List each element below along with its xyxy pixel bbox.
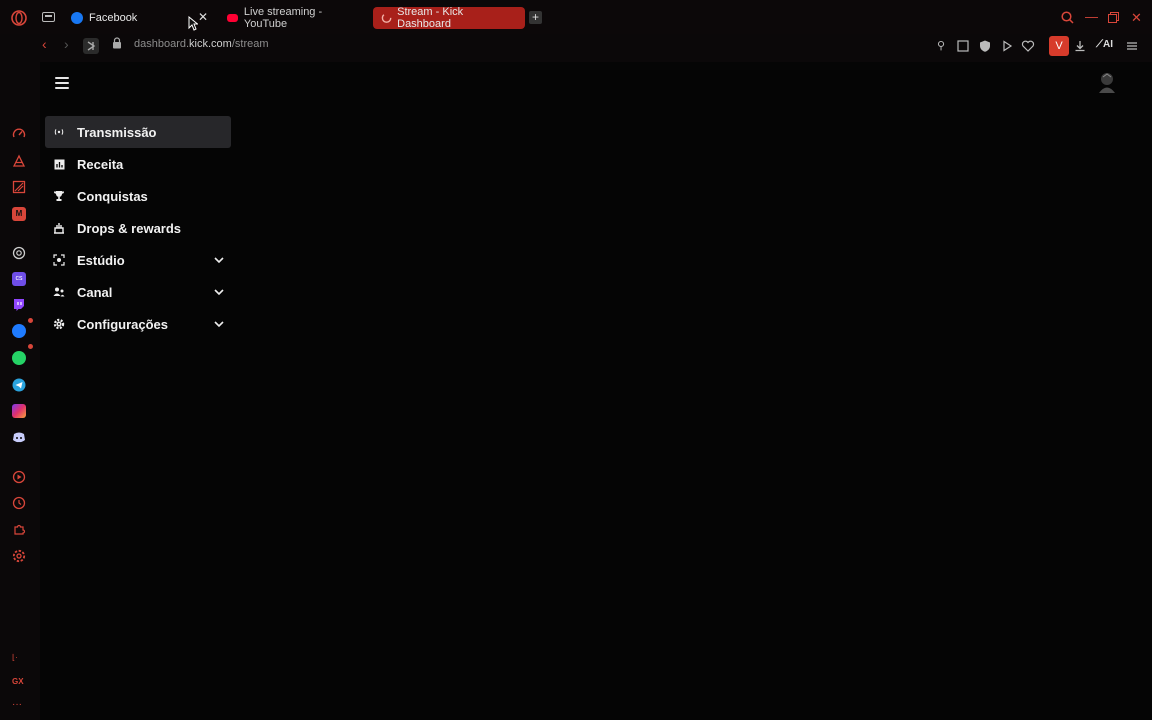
facebook-icon xyxy=(71,12,83,24)
forward-button[interactable]: › xyxy=(64,36,69,52)
studio-icon xyxy=(53,254,65,266)
chevron-down-icon[interactable] xyxy=(213,286,225,298)
search-icon[interactable] xyxy=(1061,11,1074,24)
nav-item-estudio[interactable]: Estúdio xyxy=(45,244,231,276)
nav-item-label: Estúdio xyxy=(77,252,125,268)
gx-corner-icon[interactable] xyxy=(12,180,26,194)
shield-icon[interactable] xyxy=(978,39,992,53)
nav-item-canal[interactable]: Canal xyxy=(45,276,231,308)
nav-item-receita[interactable]: Receita xyxy=(45,148,231,180)
gx-control-icon[interactable] xyxy=(12,154,26,168)
back-button[interactable]: ‹ xyxy=(42,36,47,52)
nav-item-label: Drops & rewards xyxy=(77,220,182,236)
settings-icon[interactable] xyxy=(12,549,26,563)
reload-icon[interactable] xyxy=(83,38,99,54)
url-text[interactable]: dashboard.kick.com/stream xyxy=(134,38,269,50)
hot-tabs-icon[interactable]: ⌊· xyxy=(12,654,26,668)
gift-icon xyxy=(53,222,65,234)
messenger-icon[interactable] xyxy=(12,324,26,338)
browser-tab-bar: Facebook ✕ Live streaming - YouTube Stre… xyxy=(0,0,1152,34)
nav-item-label: Canal xyxy=(77,284,113,300)
extensions-icon[interactable] xyxy=(12,522,26,536)
users-icon xyxy=(53,286,65,298)
tab-label: Stream - Kick Dashboard xyxy=(397,6,464,30)
loading-spinner-icon xyxy=(381,13,392,23)
avatar[interactable] xyxy=(1097,71,1117,95)
nav-item-label: Conquistas xyxy=(77,188,148,204)
heart-icon[interactable] xyxy=(1021,39,1035,53)
telegram-icon[interactable] xyxy=(12,378,26,392)
tab-youtube[interactable]: Live streaming - YouTube xyxy=(227,6,367,30)
download-icon[interactable] xyxy=(1073,39,1087,53)
nav-item-label: Transmissão xyxy=(77,124,157,140)
nav-item-drops-rewards[interactable]: Drops & rewards xyxy=(45,212,231,244)
dashboard-sidebar-menu: Transmissão Receita Conquistas Drops & r… xyxy=(45,116,231,340)
minimize-icon[interactable]: — xyxy=(1085,9,1098,24)
player-icon[interactable] xyxy=(12,470,26,484)
nav-item-label: Configurações xyxy=(77,316,169,332)
close-tab-icon[interactable]: ✕ xyxy=(198,10,208,24)
tab-kick-dashboard[interactable]: Stream - Kick Dashboard xyxy=(373,6,525,30)
opera-logo-icon[interactable] xyxy=(11,10,27,26)
more-icon[interactable]: ··· xyxy=(12,698,26,712)
nav-item-transmissao[interactable]: Transmissão xyxy=(45,116,231,148)
whatsapp-icon[interactable] xyxy=(12,351,26,365)
ai-button[interactable]: ⟋AI xyxy=(1096,39,1113,50)
broadcast-icon xyxy=(53,126,65,138)
tab-label: Facebook xyxy=(89,12,138,24)
chevron-down-icon[interactable] xyxy=(213,254,225,266)
notification-dot xyxy=(28,318,33,323)
restore-icon[interactable] xyxy=(1108,12,1119,23)
twitch-tracker-icon[interactable]: M xyxy=(12,207,26,221)
hamburger-menu-icon[interactable] xyxy=(55,77,69,89)
gear-icon xyxy=(53,318,65,330)
twitch-icon[interactable] xyxy=(12,298,26,312)
snapshot-icon[interactable] xyxy=(956,39,970,53)
mouse-cursor-icon xyxy=(188,16,198,31)
instagram-icon[interactable] xyxy=(12,404,26,418)
discord-icon[interactable] xyxy=(12,430,26,444)
easy-setup-icon[interactable] xyxy=(1125,39,1139,53)
chatgpt-icon[interactable] xyxy=(12,246,26,260)
nav-item-conquistas[interactable]: Conquistas xyxy=(45,180,231,212)
pin-icon[interactable]: ⚲ xyxy=(934,39,948,53)
close-window-icon[interactable]: ✕ xyxy=(1131,10,1142,26)
speed-dial-icon[interactable] xyxy=(12,127,26,141)
new-tab-button[interactable]: + xyxy=(529,11,542,24)
chatsonic-icon[interactable]: cs xyxy=(12,272,26,286)
address-bar: ‹ › dashboard.kick.com/stream ⚲ V ⟋AI xyxy=(0,34,1152,56)
youtube-icon xyxy=(227,14,238,22)
notification-dot xyxy=(28,344,33,349)
chevron-down-icon[interactable] xyxy=(213,318,225,330)
chart-icon xyxy=(53,158,65,170)
nav-item-configuracoes[interactable]: Configurações xyxy=(45,308,231,340)
tab-manager-icon[interactable] xyxy=(42,12,55,23)
vpn-badge[interactable]: V xyxy=(1049,36,1069,56)
play-icon[interactable] xyxy=(1000,39,1014,53)
gx-badge[interactable]: GX xyxy=(12,675,26,689)
nav-item-label: Receita xyxy=(77,156,124,172)
tab-label: Live streaming - YouTube xyxy=(243,6,323,30)
opera-sidebar: M cs ⌊· GX ··· xyxy=(0,60,38,720)
trophy-icon xyxy=(53,190,65,202)
lock-icon[interactable] xyxy=(112,37,122,49)
history-icon[interactable] xyxy=(12,496,26,510)
